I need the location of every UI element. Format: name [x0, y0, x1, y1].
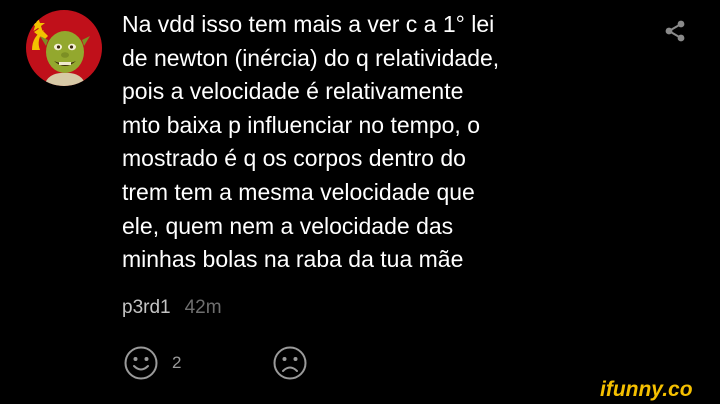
- avatar-image: [26, 10, 102, 86]
- share-button[interactable]: [660, 16, 690, 46]
- comment: Na vdd isso tem mais a ver c a 1° lei de…: [0, 0, 720, 404]
- ifunny-watermark-logo: ifunny.co: [600, 378, 693, 401]
- smile-icon: [124, 346, 158, 380]
- comment-meta: p3rd1 42m: [122, 296, 222, 320]
- frown-icon: [273, 346, 307, 380]
- avatar[interactable]: [26, 10, 102, 86]
- frown-button[interactable]: [272, 345, 308, 381]
- svg-text:ifunny.co: ifunny.co: [600, 378, 693, 401]
- comment-time: 42m: [184, 297, 222, 318]
- smile-count: 2: [172, 353, 182, 372]
- comment-text: Na vdd isso tem mais a ver c a 1° lei de…: [122, 11, 500, 273]
- author-name[interactable]: p3rd1: [122, 297, 171, 318]
- share-icon: [665, 20, 685, 42]
- smile-button[interactable]: [123, 345, 159, 381]
